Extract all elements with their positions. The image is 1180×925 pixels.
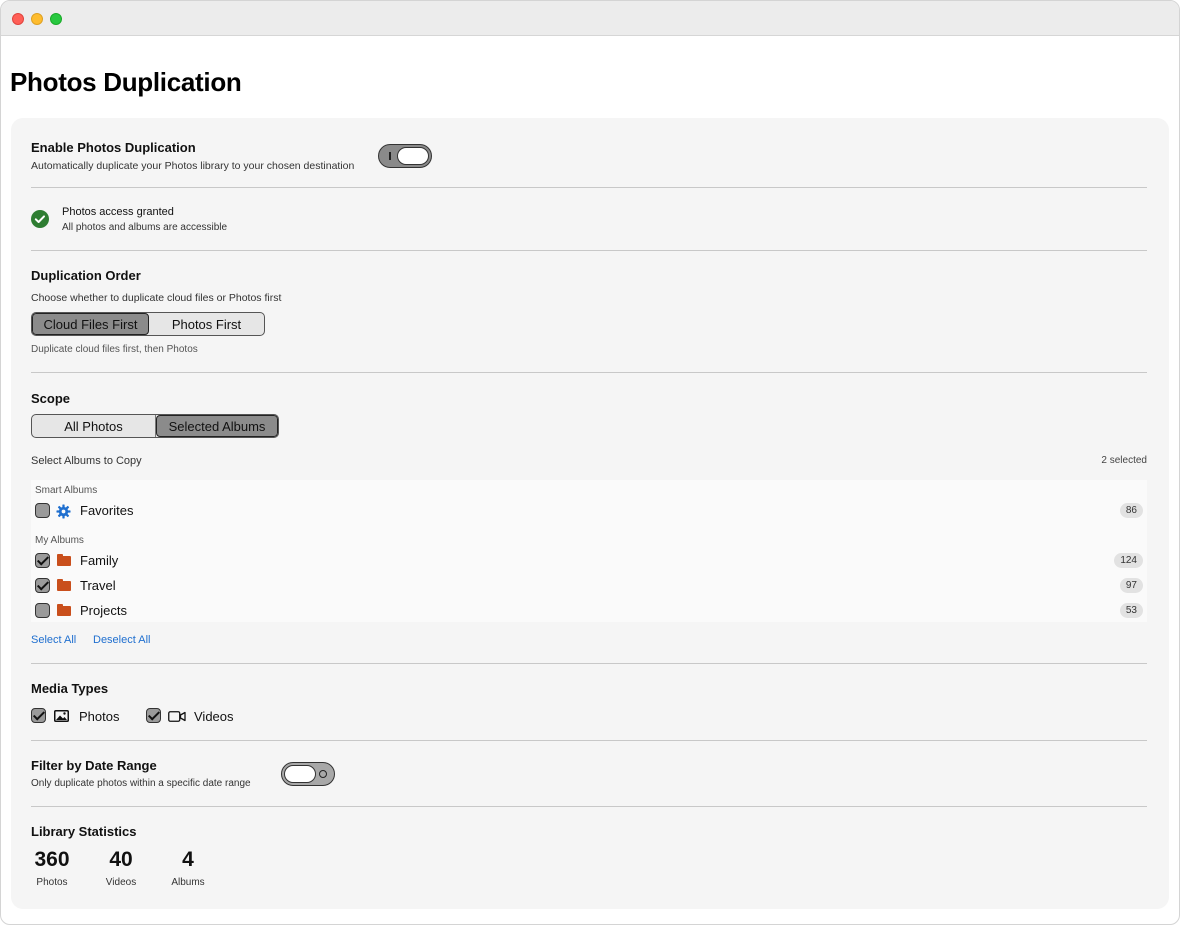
folder-icon (57, 579, 71, 591)
enable-subtitle: Automatically duplicate your Photos libr… (31, 160, 355, 172)
date-filter-subtitle: Only duplicate photos within a specific … (31, 778, 251, 789)
close-window-button[interactable] (12, 13, 24, 25)
scope-selected-albums-option[interactable]: Selected Albums (156, 415, 278, 437)
album-checkbox-travel[interactable] (35, 578, 50, 593)
app-window: Photos Duplication Enable Photos Duplica… (0, 0, 1180, 925)
media-photos-label: Photos (79, 709, 120, 724)
album-checkbox-projects[interactable] (35, 603, 50, 618)
order-photos-first-option[interactable]: Photos First (149, 313, 264, 335)
page-title: Photos Duplication (10, 67, 242, 97)
video-camera-icon (168, 711, 186, 722)
my-albums-label: My Albums (35, 535, 84, 546)
date-filter-toggle[interactable] (281, 762, 335, 786)
stats-title: Library Statistics (31, 824, 137, 839)
divider (31, 187, 1147, 188)
divider (31, 663, 1147, 664)
album-row-favorites[interactable]: Favorites 86 (31, 500, 1147, 522)
divider (31, 740, 1147, 741)
stat-value: 40 (109, 848, 133, 871)
access-title: Photos access granted (62, 206, 174, 218)
enable-duplication-toggle[interactable] (378, 144, 432, 168)
stat-label: Albums (171, 877, 205, 888)
access-subtitle: All photos and albums are accessible (62, 222, 228, 233)
divider (31, 250, 1147, 251)
order-cloud-first-option[interactable]: Cloud Files First (32, 313, 149, 335)
enable-title: Enable Photos Duplication (31, 140, 196, 155)
stat-photos: 360 Photos (31, 848, 73, 888)
deselect-all-link[interactable]: Deselect All (93, 634, 150, 646)
album-name: Favorites (80, 503, 134, 518)
album-row-travel[interactable]: Travel 97 (31, 575, 1147, 597)
album-checkbox-family[interactable] (35, 553, 50, 568)
album-name: Family (80, 553, 119, 568)
album-count-badge: 86 (1119, 503, 1143, 518)
album-list: Smart Albums Favorites 86 My Albums Fami… (31, 480, 1147, 622)
checkmark-circle-icon (31, 210, 49, 228)
stat-label: Videos (105, 877, 137, 888)
scope-segmented-control[interactable]: All Photos Selected Albums (31, 414, 279, 438)
order-segmented-control[interactable]: Cloud Files First Photos First (31, 312, 265, 336)
settings-card: Enable Photos Duplication Automatically … (11, 118, 1169, 909)
divider (31, 372, 1147, 373)
albums-label: Select Albums to Copy (31, 455, 142, 467)
folder-icon (57, 554, 71, 566)
album-row-family[interactable]: Family 124 (31, 550, 1147, 572)
photo-icon (54, 710, 69, 722)
media-videos-label: Videos (194, 709, 234, 724)
select-all-link[interactable]: Select All (31, 634, 76, 646)
order-title: Duplication Order (31, 268, 141, 283)
album-row-projects[interactable]: Projects 53 (31, 600, 1147, 622)
date-filter-title: Filter by Date Range (31, 758, 157, 773)
access-section: Photos access granted All photos and alb… (62, 206, 662, 233)
folder-icon (57, 604, 71, 616)
stat-value: 360 (34, 848, 70, 871)
toggle-off-mark (319, 770, 327, 778)
scope-all-photos-option[interactable]: All Photos (32, 415, 156, 437)
album-count-badge: 124 (1114, 553, 1143, 568)
stat-albums: 4 Albums (166, 848, 210, 888)
date-filter-section: Filter by Date Range Only duplicate phot… (31, 758, 291, 789)
toggle-knob (284, 765, 316, 783)
media-title: Media Types (31, 681, 109, 696)
smart-albums-label: Smart Albums (35, 485, 98, 496)
minimize-window-button[interactable] (31, 13, 43, 25)
order-subtitle: Choose whether to duplicate cloud files … (31, 292, 282, 304)
order-hint: Duplicate cloud files first, then Photos (31, 344, 198, 355)
enable-section: Enable Photos Duplication Automatically … (31, 140, 1147, 172)
title-bar (1, 1, 1179, 36)
toggle-on-mark (389, 152, 391, 160)
album-count-badge: 53 (1119, 603, 1143, 618)
album-checkbox-favorites[interactable] (35, 503, 50, 518)
album-count-badge: 97 (1119, 578, 1143, 593)
gear-icon (56, 504, 71, 519)
album-name: Travel (80, 578, 116, 593)
stat-value: 4 (182, 848, 194, 871)
order-section: Duplication Order Choose whether to dupl… (31, 268, 1147, 304)
divider (31, 806, 1147, 807)
toggle-knob (397, 147, 429, 165)
media-videos-checkbox[interactable] (146, 708, 161, 723)
stat-label: Photos (36, 877, 68, 888)
maximize-window-button[interactable] (50, 13, 62, 25)
albums-selected-count: 2 selected (1101, 455, 1147, 466)
album-name: Projects (80, 603, 127, 618)
stat-videos: 40 Videos (101, 848, 141, 888)
media-photos-checkbox[interactable] (31, 708, 46, 723)
scope-title: Scope (31, 391, 71, 406)
